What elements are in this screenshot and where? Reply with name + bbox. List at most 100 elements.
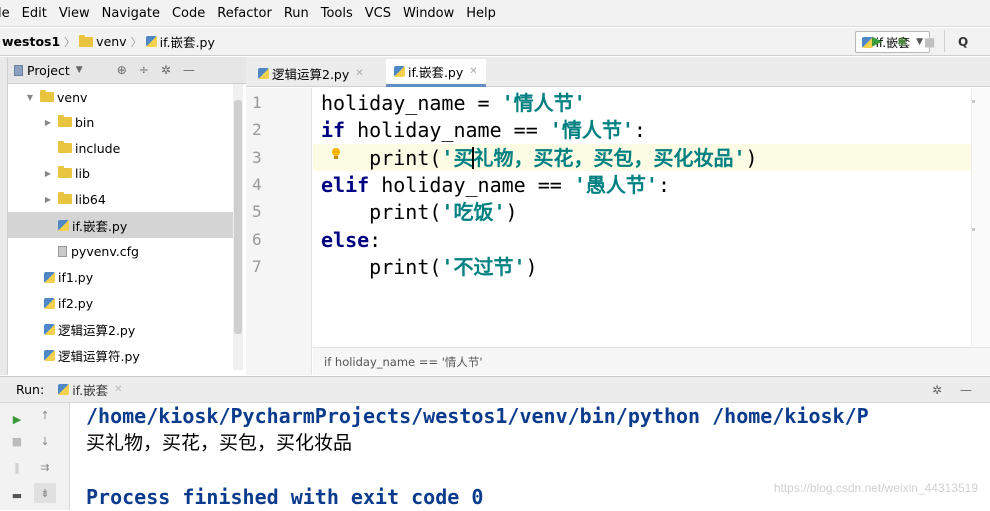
tree-item-if2[interactable]: if2.py [44, 290, 93, 316]
run-tab[interactable]: if.嵌套 ✕ [58, 380, 123, 399]
close-icon[interactable]: ✕ [355, 68, 363, 79]
arrow-down-icon[interactable]: ↓ [34, 431, 56, 451]
restore-layout-icon[interactable]: ▬ [6, 485, 28, 505]
line-number: 1 [252, 93, 262, 112]
locate-icon[interactable]: ⊕ [117, 63, 127, 77]
menu-navigate[interactable]: Navigate [96, 0, 166, 27]
lightbulb-icon[interactable] [330, 148, 342, 162]
python-file-icon [861, 36, 873, 48]
tree-item-label: if1.py [58, 269, 94, 285]
toolbar-divider [944, 30, 945, 52]
tree-item-include[interactable]: include [58, 135, 120, 161]
chevron-down-icon[interactable]: ▼ [24, 93, 36, 102]
line-number: 2 [252, 120, 262, 139]
folder-icon [58, 192, 72, 204]
menu-vcs[interactable]: VCS [359, 0, 397, 27]
menu-window[interactable]: Window [397, 0, 460, 27]
hide-icon[interactable]: — [960, 383, 972, 397]
menu-help[interactable]: Help [460, 0, 502, 27]
gutter-footer [246, 346, 312, 375]
code-line-2: if holiday_name == '情人节': [321, 118, 646, 142]
tree-item-logic2[interactable]: 逻辑运算2.py [44, 316, 135, 342]
tree-item-lib[interactable]: ▶ lib [42, 160, 90, 186]
menu-view[interactable]: View [53, 0, 96, 27]
tree-item-lib64[interactable]: ▶ lib64 [42, 186, 106, 212]
code-breadcrumb[interactable]: if holiday_name == '情人节' [313, 347, 990, 375]
tree-item-if-nested[interactable]: if.嵌套.py [8, 212, 233, 238]
run-toolbar: ▶ ↑ ■ ↓ ‖ ⇉ ▬ ⇟ [0, 403, 70, 510]
project-view-select[interactable]: Project [27, 63, 70, 78]
hide-icon[interactable]: — [183, 63, 195, 77]
tree-item-logic-ops[interactable]: 逻辑运算符.py [44, 342, 140, 368]
editor-scrollbar[interactable] [971, 88, 990, 346]
chevron-down-icon: ▼ [916, 37, 923, 47]
crumb-file[interactable]: if.嵌套.py [160, 32, 215, 51]
run-panel-header: Run: if.嵌套 ✕ ✲ — [0, 376, 990, 403]
crumb-separator-icon: 〉 [130, 35, 142, 49]
watermark: https://blog.csdn.net/weixin_44313519 [773, 481, 978, 495]
tree-item-label: if2.py [58, 295, 94, 311]
gear-icon[interactable]: ✲ [932, 383, 942, 397]
tree-item-label: if.嵌套.py [72, 218, 128, 234]
folder-icon [58, 166, 72, 178]
menu-file[interactable]: le [0, 0, 16, 27]
folder-icon [58, 141, 72, 153]
scroll-to-end-icon[interactable]: ⇟ [34, 483, 56, 503]
run-icon[interactable]: ▶ [872, 34, 882, 50]
python-file-icon [44, 349, 55, 361]
menu-refactor[interactable]: Refactor [211, 0, 278, 27]
run-configuration-select[interactable]: if.嵌套 ▼ [854, 31, 930, 53]
tab-label: 逻辑运算2.py [272, 66, 350, 82]
scrollbar-thumb[interactable] [234, 100, 242, 334]
tab-logic2[interactable]: 逻辑运算2.py ✕ [250, 59, 372, 87]
python-file-icon [145, 36, 157, 47]
close-icon[interactable]: ✕ [469, 66, 477, 77]
python-file-icon [258, 67, 269, 79]
menu-tools[interactable]: Tools [315, 0, 359, 27]
code-line-5: print('吃饭') [321, 200, 518, 224]
code-line-3: print('买礼物，买花，买包，买化妆品') [321, 146, 758, 170]
run-tab-label: if.嵌套 [72, 383, 109, 398]
crumb-project[interactable]: westos1 [2, 34, 60, 49]
chevron-right-icon[interactable]: ▶ [42, 169, 54, 178]
chevron-right-icon[interactable]: ▶ [42, 118, 54, 127]
line-number: 6 [252, 230, 262, 249]
crumb-folder[interactable]: venv [96, 34, 126, 49]
close-icon[interactable]: ✕ [114, 384, 122, 395]
tree-item-label: bin [75, 114, 95, 130]
arrow-up-icon[interactable]: ↑ [34, 405, 56, 425]
collapse-icon[interactable]: ÷ [139, 63, 149, 77]
tree-item-venv[interactable]: ▼ venv [24, 84, 88, 110]
rerun-icon[interactable]: ▶ [6, 409, 28, 429]
code-lines[interactable]: holiday_name = '情人节' if holiday_name == … [313, 88, 971, 346]
python-file-icon [44, 323, 55, 335]
chevron-right-icon[interactable]: ▶ [42, 195, 54, 204]
project-scrollbar[interactable] [233, 84, 243, 370]
tab-if-nested[interactable]: if.嵌套.py ✕ [386, 59, 486, 87]
stop-icon[interactable]: ■ [924, 34, 935, 50]
tree-item-label: lib64 [75, 191, 106, 207]
menu-run[interactable]: Run [278, 0, 315, 27]
tree-item-pyvenv[interactable]: pyvenv.cfg [58, 238, 139, 264]
python-file-icon [58, 219, 69, 231]
stop-icon[interactable]: ■ [6, 431, 28, 451]
python-file-icon [44, 297, 55, 309]
tree-item-label: pyvenv.cfg [71, 243, 139, 259]
debug-icon[interactable]: ✱ [897, 34, 907, 50]
console-exit-line: Process finished with exit code 0 [86, 485, 484, 509]
pause-icon[interactable]: ‖ [6, 457, 28, 477]
folder-icon [40, 90, 54, 102]
code-line-6: else: [321, 228, 382, 252]
menu-edit[interactable]: Edit [16, 0, 53, 27]
console-command-line: /home/kiosk/PycharmProjects/westos1/venv… [86, 404, 869, 428]
config-file-icon [58, 245, 67, 257]
line-number: 5 [252, 202, 262, 221]
gear-icon[interactable]: ✲ [161, 63, 171, 77]
chevron-down-icon[interactable]: ▼ [76, 65, 83, 75]
line-number: 7 [252, 257, 262, 276]
search-icon[interactable]: Q [958, 34, 968, 50]
menu-code[interactable]: Code [166, 0, 211, 27]
tree-item-bin[interactable]: ▶ bin [42, 109, 94, 135]
tree-item-if1[interactable]: if1.py [44, 264, 93, 290]
soft-wrap-icon[interactable]: ⇉ [34, 457, 56, 477]
